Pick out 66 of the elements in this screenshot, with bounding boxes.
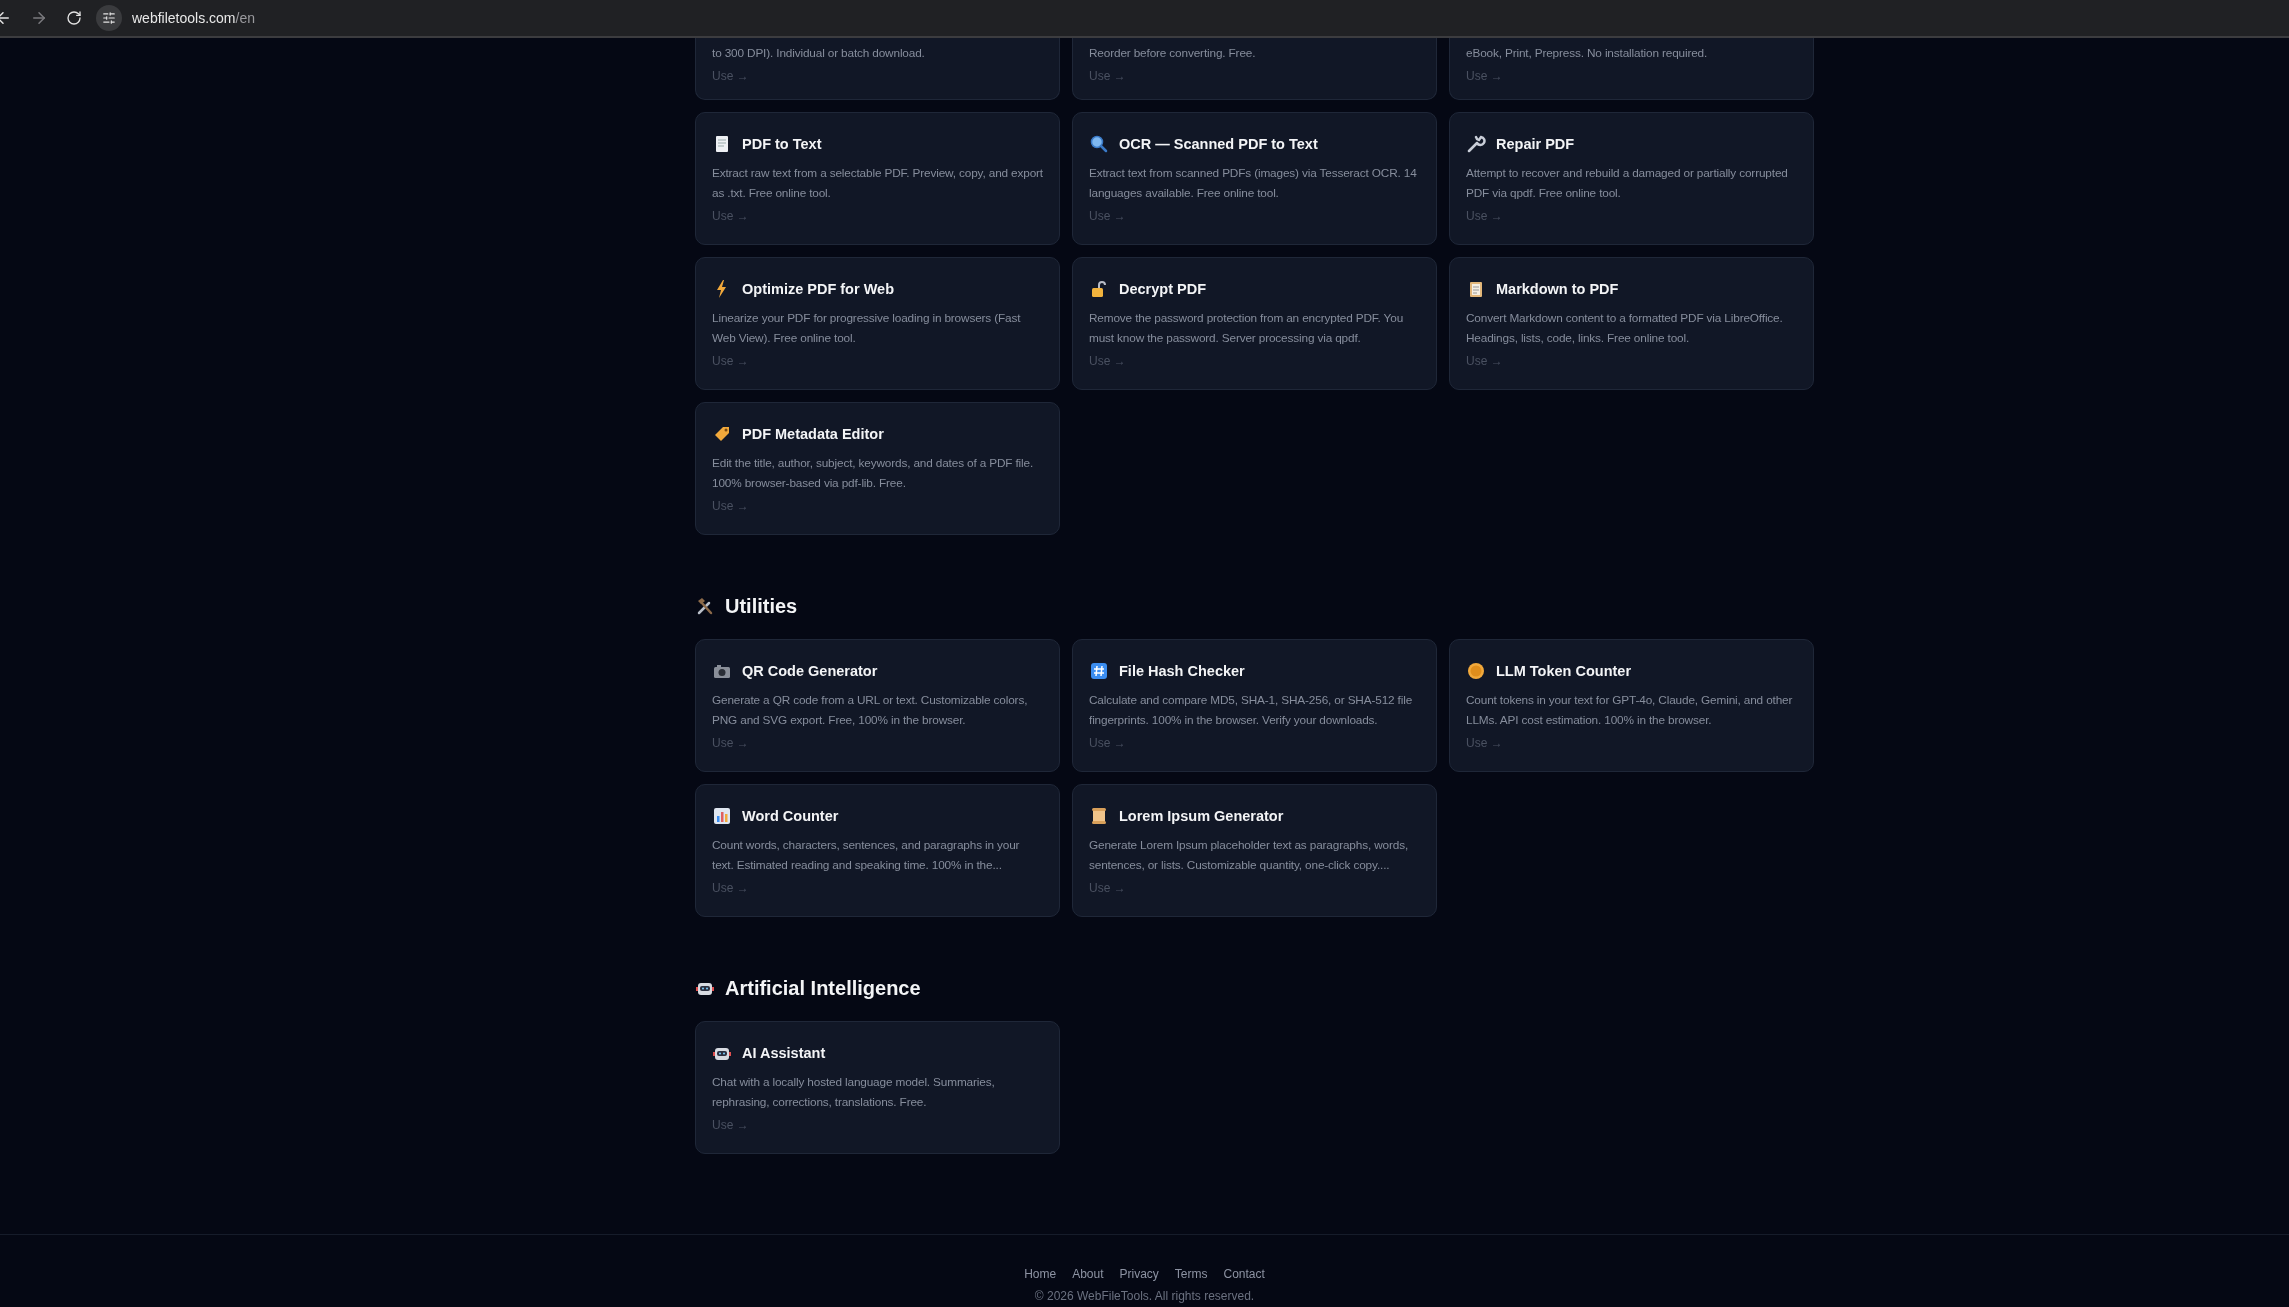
footer-link[interactable]: Terms [1174,1267,1208,1281]
tool-card[interactable]: eBook, Print, Prepress. No installation required. Use → [1449,38,1814,100]
card-title: QR Code Generator [742,663,878,679]
tool-card[interactable]: PDF Metadata Editor Edit the title, author, subject, keywords, and dates of a PDF file. 100% browser-based via pdf-lib. Free. Use → [695,402,1060,535]
footer-link[interactable]: Home [1024,1267,1057,1281]
card-title: Decrypt PDF [1119,281,1207,297]
bar-chart-icon [712,806,732,826]
card-title: File Hash Checker [1119,663,1245,679]
card-title: PDF Metadata Editor [742,426,884,442]
card-description: Extract raw text from a selectable PDF. Preview, copy, and export as .txt. Free online tool. [712,165,1043,202]
card-description: Convert Markdown content to a formatted PDF via LibreOffice. Headings, lists, code, links. Free online tool. [1466,310,1784,347]
card-description: Generate Lorem Ipsum placeholder text as paragraphs, words, sentences, or lists. Customizable quantity, one-click copy.... [1089,837,1409,874]
tool-card[interactable]: PDF to Text Extract raw text from a selectable PDF. Preview, copy, and export as .txt. Free online tool. Use → [695,112,1060,245]
card-title: AI Assistant [742,1045,826,1061]
site-info-button[interactable] [96,5,122,31]
card-description: Edit the title, author, subject, keywords, and dates of a PDF file. 100% browser-based via pdf-lib. Free. [712,455,1035,492]
card-title: OCR — Scanned PDF to Text [1119,136,1318,152]
card-description: Extract text from scanned PDFs (images) via Tesseract OCR. 14 languages available. Free online tool. [1089,165,1418,202]
coin-icon [1466,661,1486,681]
card-title: Markdown to PDF [1496,281,1619,297]
tool-card[interactable]: File Hash Checker Calculate and compare MD5, SHA-1, SHA-256, or SHA-512 file fingerprints. 100% in the browser. Verify your downloads. Use → [1072,639,1437,772]
tool-card[interactable]: OCR — Scanned PDF to Text Extract text from scanned PDFs (images) via Tesseract OCR. 14 languages available. Free online tool. Use → [1072,112,1437,245]
forward-icon [30,9,48,27]
tool-card[interactable]: Repair PDF Attempt to recover and rebuild a damaged or partially corrupted PDF via qpdf. Free online tool. Use → [1449,112,1814,245]
card-title: Lorem Ipsum Generator [1119,808,1284,824]
footer-link[interactable]: Privacy [1119,1267,1159,1281]
card-description: Linearize your PDF for progressive loading in browsers (Fast Web View). Free online tool. [712,310,1022,347]
scroll-icon [1089,806,1109,826]
hash-icon [1089,661,1109,681]
tool-card[interactable]: Optimize PDF for Web Linearize your PDF for progressive loading in browsers (Fast Web View). Free online tool. Use → [695,257,1060,390]
section-heading: Utilities [725,594,798,618]
sliders-icon [102,11,116,25]
card-description: Count tokens in your text for GPT-4o, Claude, Gemini, and other LLMs. API cost estimation. 100% in the browser. [1466,692,1794,729]
card-title: Optimize PDF for Web [742,281,894,297]
card-description: Generate a QR code from a URL or text. Customizable colors, PNG and SVG export. Free, 100% in the browser. [712,692,1029,729]
card-description: Attempt to recover and rebuild a damaged or partially corrupted PDF via qpdf. Free online tool. [1466,165,1789,202]
tool-card[interactable]: Reorder before converting. Free. Use → [1072,38,1437,100]
tool-card[interactable]: AI Assistant Chat with a locally hosted language model. Summaries, rephrasing, corrections, translations. Free. Use → [695,1021,1060,1154]
padlock-icon [1089,279,1109,299]
tool-card[interactable]: Word Counter Count words, characters, sentences, and paragraphs in your text. Estimated reading and speaking time. 100% in the... Use → [695,784,1060,917]
tool-card[interactable]: to 300 DPI). Individual or batch download. Use → [695,38,1060,100]
card-description: eBook, Print, Prepress. No installation required. [1466,45,1709,62]
magnifier-icon [1089,134,1109,154]
card-description: Count words, characters, sentences, and paragraphs in your text. Estimated reading and speaking time. 100% in the... [712,837,1021,874]
reload-icon [66,10,82,26]
card-description: Calculate and compare MD5, SHA-1, SHA-256, or SHA-512 file fingerprints. 100% in the browser. Verify your downloads. [1089,692,1414,729]
tool-card[interactable]: Lorem Ipsum Generator Generate Lorem Ipsum placeholder text as paragraphs, words, sentences, or lists. Customizable quantity, one-click copy.... Use → [1072,784,1437,917]
card-description: Remove the password protection from an encrypted PDF. You must know the password. Server processing via qpdf. [1089,310,1405,347]
tool-card[interactable]: QR Code Generator Generate a QR code from a URL or text. Customizable colors, PNG and SVG export. Free, 100% in the browser. Use → [695,639,1060,772]
card-title: Word Counter [742,808,839,824]
card-description: Reorder before converting. Free. [1089,45,1257,62]
tool-card[interactable]: LLM Token Counter Count tokens in your text for GPT-4o, Claude, Gemini, and other LLMs. API cost estimation. 100% in the browser. Use → [1449,639,1814,772]
card-title: Repair PDF [1496,136,1575,152]
footer-link[interactable]: Contact [1223,1267,1265,1281]
tool-card[interactable]: Decrypt PDF Remove the password protection from an encrypted PDF. You must know the password. Server processing via qpdf. Use → [1072,257,1437,390]
tool-card[interactable]: Markdown to PDF Convert Markdown content to a formatted PDF via LibreOffice. Headings, lists, code, links. Free online tool. Use → [1449,257,1814,390]
address-bar[interactable]: webfiletools.com/en [132,10,255,26]
card-title: LLM Token Counter [1496,663,1632,679]
card-title: PDF to Text [742,136,822,152]
section-heading: Artificial Intelligence [725,976,921,1000]
wrench-icon [1466,134,1486,154]
card-description: Chat with a locally hosted language model. Summaries, rephrasing, corrections, translations. Free. [712,1074,996,1111]
card-description: to 300 DPI). Individual or batch download. [712,45,926,62]
tools-icon [695,596,715,616]
copyright-text: © 2026 WebFileTools. All rights reserved. [1034,1289,1255,1303]
footer-link[interactable]: About [1072,1267,1104,1281]
